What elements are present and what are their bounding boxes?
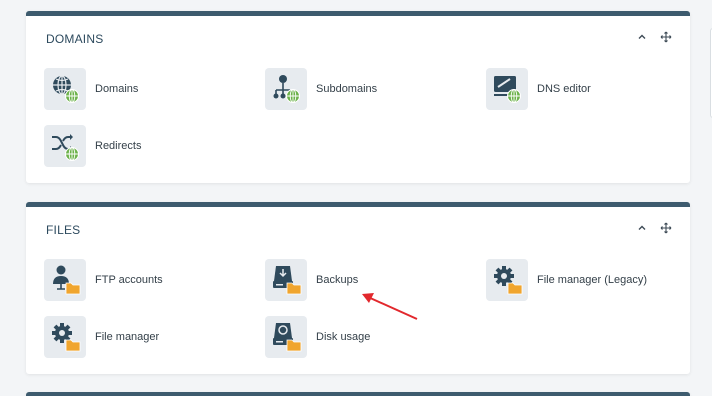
disk-usage-label: Disk usage bbox=[316, 331, 371, 343]
next-panel bbox=[26, 392, 690, 396]
dns-editor-icon bbox=[486, 68, 528, 110]
ftp-accounts-tile[interactable]: FTP accounts bbox=[44, 259, 163, 301]
file-manager-label: File manager bbox=[95, 331, 160, 343]
collapse-chevron-icon[interactable] bbox=[634, 220, 650, 236]
move-icon[interactable] bbox=[658, 220, 674, 236]
disk-usage-tile[interactable]: Disk usage bbox=[265, 316, 370, 358]
dns-editor-label: DNS editor bbox=[537, 83, 591, 95]
backups-label: Backups bbox=[316, 274, 359, 286]
collapse-chevron-icon[interactable] bbox=[634, 29, 650, 45]
file-manager-legacy-label: File manager (Legacy) bbox=[537, 274, 648, 286]
subdomains-label: Subdomains bbox=[316, 83, 378, 95]
gear-folder-icon bbox=[486, 259, 528, 301]
redirects-label: Redirects bbox=[95, 140, 142, 152]
subdomains-tile[interactable]: Subdomains bbox=[265, 68, 377, 110]
panel-title-files: FILES bbox=[46, 223, 81, 237]
domains-panel: DOMAINS Domains Subdomains DNS editor Re… bbox=[26, 11, 690, 183]
disk-usage-icon bbox=[265, 316, 307, 358]
domains-tile[interactable]: Domains bbox=[44, 68, 138, 110]
globe-icon bbox=[44, 68, 86, 110]
sitemap-icon bbox=[265, 68, 307, 110]
file-manager-legacy-tile[interactable]: File manager (Legacy) bbox=[486, 259, 647, 301]
move-icon[interactable] bbox=[658, 29, 674, 45]
panel-title-domains: DOMAINS bbox=[46, 32, 104, 46]
backup-drive-icon bbox=[265, 259, 307, 301]
redirects-tile[interactable]: Redirects bbox=[44, 125, 141, 167]
file-manager-tile[interactable]: File manager bbox=[44, 316, 159, 358]
ftp-user-icon bbox=[44, 259, 86, 301]
backups-tile[interactable]: Backups bbox=[265, 259, 358, 301]
files-panel: FILES FTP accounts Backups File manager … bbox=[26, 202, 690, 374]
domains-label: Domains bbox=[95, 83, 139, 95]
dns-editor-tile[interactable]: DNS editor bbox=[486, 68, 591, 110]
ftp-accounts-label: FTP accounts bbox=[95, 274, 163, 286]
shuffle-icon bbox=[44, 125, 86, 167]
gear-folder-icon bbox=[44, 316, 86, 358]
